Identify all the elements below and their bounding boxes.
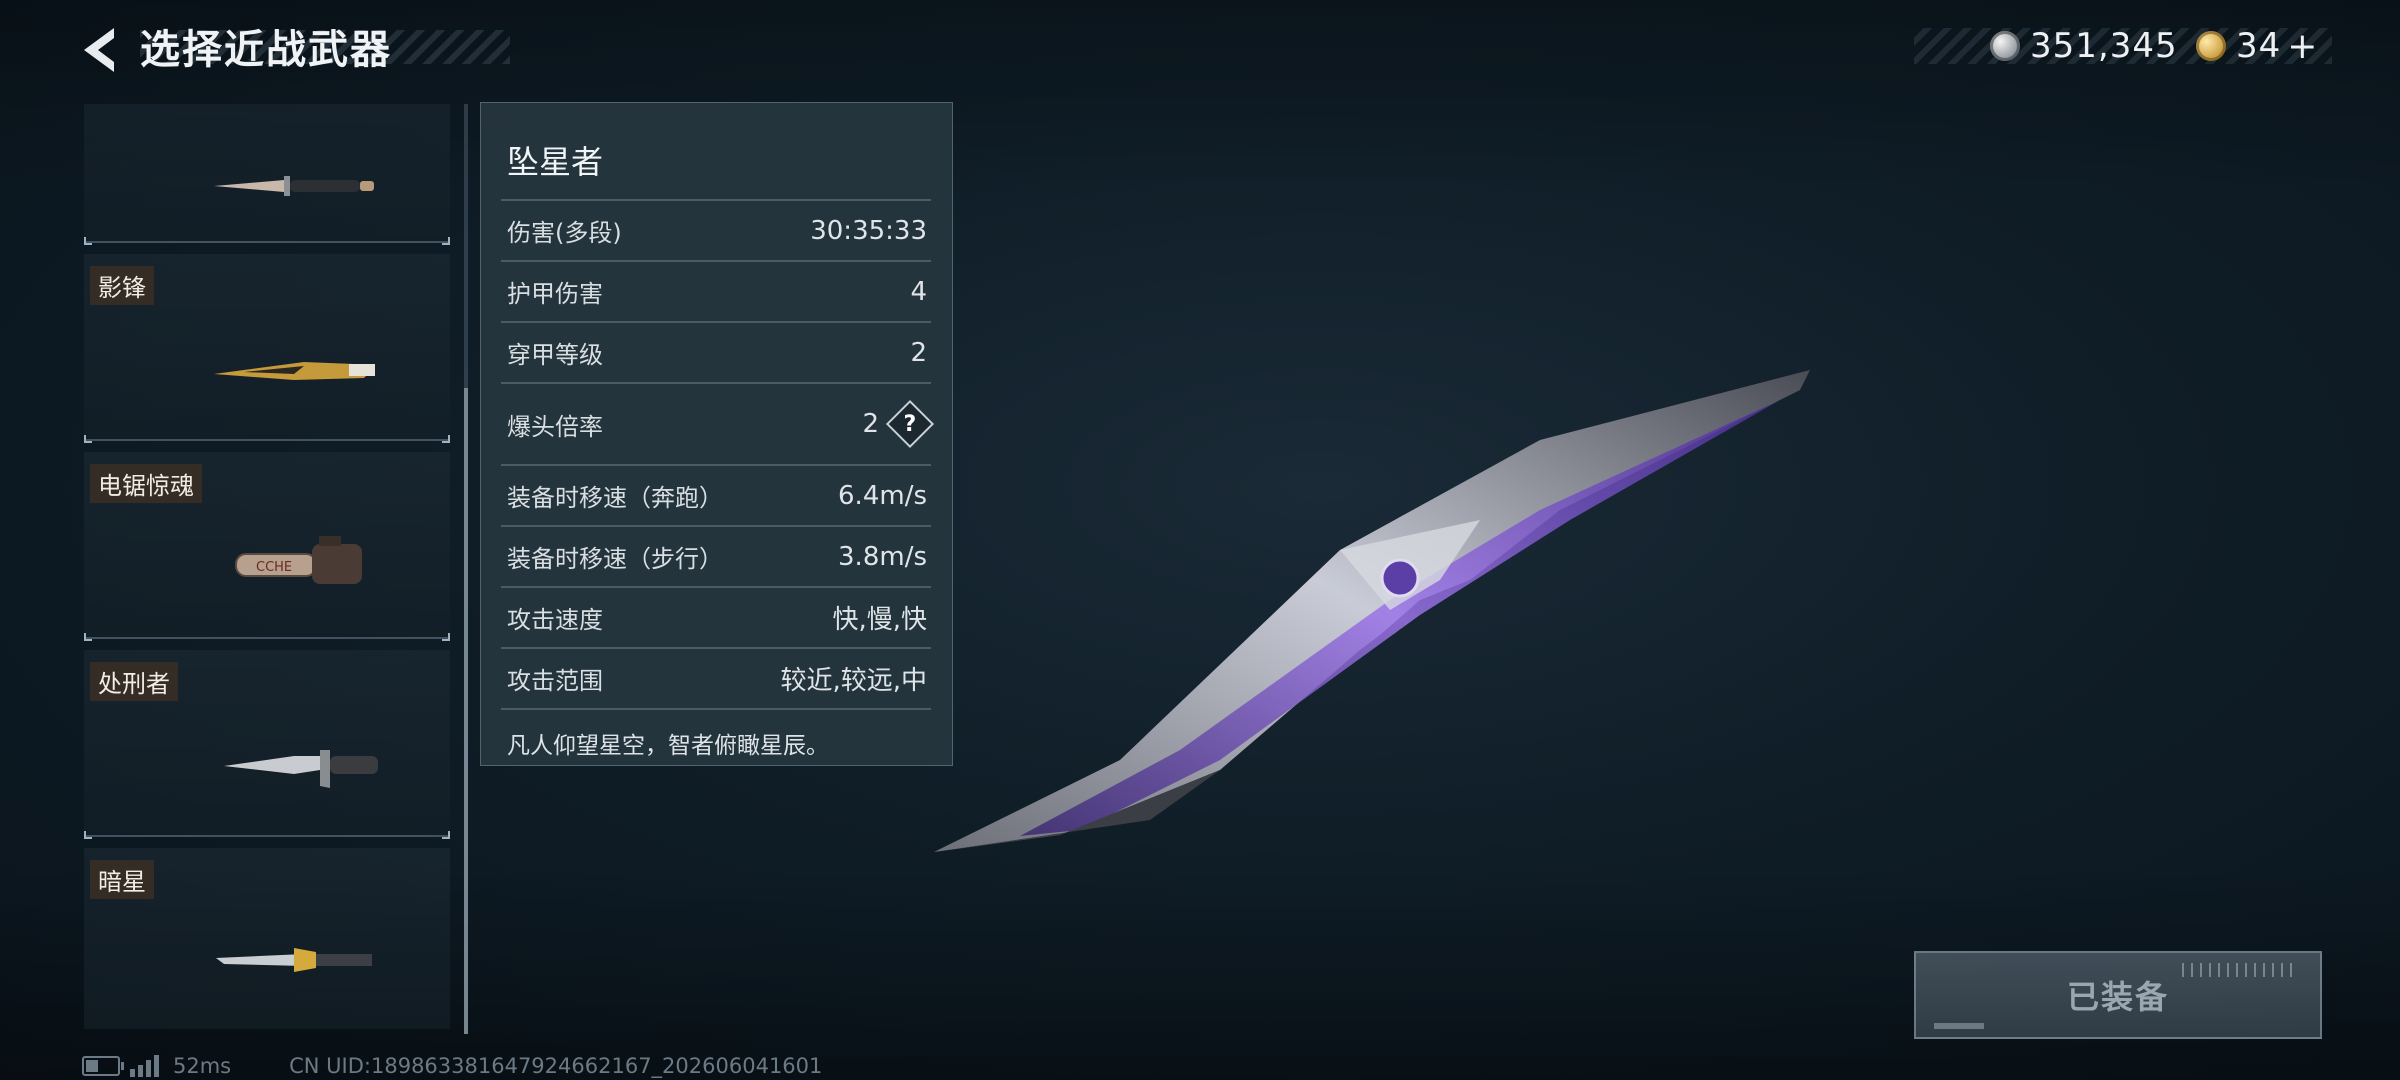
weapon-list[interactable]: 影锋 电锯惊魂 CCHE 处刑者 暗星 xyxy=(84,104,454,1029)
stat-value: 30:35:33 xyxy=(810,215,927,246)
button-decoration xyxy=(2182,963,2292,977)
stat-label: 装备时移速（奔跑） xyxy=(507,484,723,512)
stat-row-penetration: 穿甲等级 2 xyxy=(501,321,931,382)
battery-icon xyxy=(82,1056,124,1076)
chainsaw-image: CCHE xyxy=(235,536,362,584)
title-container: 选择近战武器 xyxy=(140,18,392,74)
page-title: 选择近战武器 xyxy=(140,27,392,73)
stat-label: 攻击速度 xyxy=(507,606,603,634)
back-arrow-icon xyxy=(84,28,114,72)
stat-value: 快,慢,快 xyxy=(832,605,927,635)
gold-amount: 34 xyxy=(2236,26,2282,66)
stats-rows: 伤害(多段) 30:35:33 护甲伤害 4 穿甲等级 2 爆头倍率 2 ? 装… xyxy=(501,199,935,760)
signal-icon xyxy=(130,1055,159,1077)
stat-row-walk-speed: 装备时移速（步行） 3.8m/s xyxy=(501,525,931,586)
stat-row-attack-range: 攻击范围 较近,较远,中 xyxy=(501,647,931,708)
back-button[interactable] xyxy=(78,24,126,76)
stat-row-attack-speed: 攻击速度 快,慢,快 xyxy=(501,586,931,647)
weapon-stats-panel: 坠星者 伤害(多段) 30:35:33 护甲伤害 4 穿甲等级 2 爆头倍率 2… xyxy=(480,102,953,766)
weapon-preview-image xyxy=(934,370,1810,852)
stat-label: 护甲伤害 xyxy=(507,280,603,308)
weapon-card-chainsaw[interactable]: 电锯惊魂 CCHE xyxy=(84,452,450,641)
stat-value: 较近,较远,中 xyxy=(780,666,927,696)
stat-label: 伤害(多段) xyxy=(507,219,622,247)
status-bar: 52ms CN UID:189863381647924662167_202606… xyxy=(82,1052,822,1080)
stat-value: 6.4m/s xyxy=(838,480,927,511)
stat-row-headshot: 爆头倍率 2 ? xyxy=(501,382,935,464)
weapon-card-knife[interactable] xyxy=(84,104,450,245)
user-uid: CN UID:189863381647924662167_20260604160… xyxy=(289,1054,823,1078)
gold-currency[interactable]: 34 + xyxy=(2196,22,2317,70)
combat-knife-image xyxy=(224,750,378,788)
stat-value: 4 xyxy=(910,276,927,307)
scrollbar-thumb[interactable] xyxy=(464,388,468,1034)
weapon-card-yingfeng[interactable]: 影锋 xyxy=(84,254,450,443)
weapon-card-dark-star[interactable]: 暗星 xyxy=(84,848,450,1029)
knife-image xyxy=(214,176,374,196)
stat-label: 穿甲等级 xyxy=(507,341,603,369)
equipped-button[interactable]: 已装备 xyxy=(1914,951,2322,1039)
add-currency-icon[interactable]: + xyxy=(2287,26,2317,67)
weapon-title: 坠星者 xyxy=(507,143,604,181)
equipped-label: 已装备 xyxy=(2066,978,2169,1016)
stat-row-damage: 伤害(多段) 30:35:33 xyxy=(501,199,931,260)
help-icon-glyph: ? xyxy=(903,411,917,437)
stat-value: 2 xyxy=(862,409,879,439)
dark-star-blade-image xyxy=(216,948,372,972)
latency: 52ms xyxy=(173,1054,232,1078)
stat-label: 攻击范围 xyxy=(507,667,603,695)
svg-text:CCHE: CCHE xyxy=(256,560,292,575)
silver-coin-icon xyxy=(1990,31,2020,61)
weapon-description: 凡人仰望星空，智者俯瞰星辰。 xyxy=(501,708,931,760)
stat-row-armor-damage: 护甲伤害 4 xyxy=(501,260,931,321)
stat-row-run-speed: 装备时移速（奔跑） 6.4m/s xyxy=(501,464,931,525)
weapon-list-scrollbar[interactable] xyxy=(464,104,468,1034)
stat-label: 装备时移速（步行） xyxy=(507,545,723,573)
golden-blade-image xyxy=(214,362,375,380)
button-decoration xyxy=(1934,1023,1984,1029)
gold-coin-icon xyxy=(2196,31,2226,61)
stat-label: 爆头倍率 xyxy=(507,412,603,441)
silver-amount: 351,345 xyxy=(2030,26,2178,66)
stat-value: 3.8m/s xyxy=(838,541,927,572)
weapon-card-executioner[interactable]: 处刑者 xyxy=(84,650,450,839)
silver-currency: 351,345 xyxy=(1990,22,2178,70)
